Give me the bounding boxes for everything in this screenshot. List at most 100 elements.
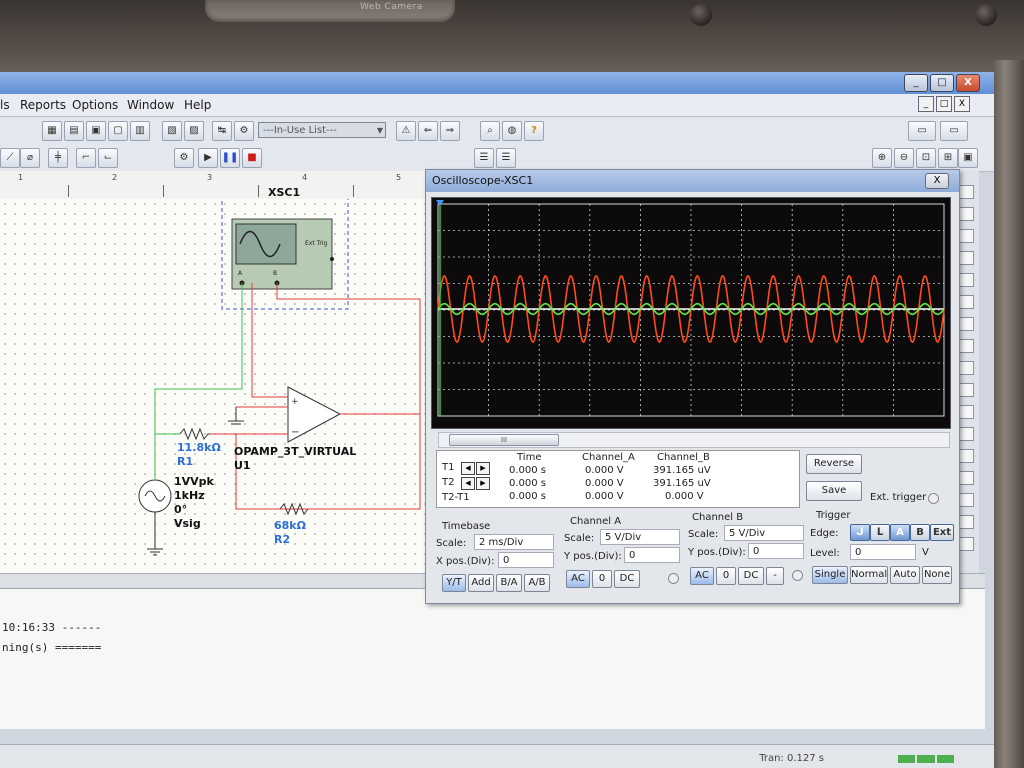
ext-trigger-terminal[interactable] xyxy=(928,493,939,504)
toggle-panel-icon[interactable]: ▭ xyxy=(908,121,936,141)
electrical-rules-check-icon[interactable]: ⚠ xyxy=(396,121,416,141)
probe-icon[interactable]: ⌀ xyxy=(20,148,40,168)
laptop-bezel xyxy=(0,0,1024,78)
trigger-source-b-button[interactable]: B xyxy=(910,524,930,541)
menu-item-reports[interactable]: Reports xyxy=(20,98,66,112)
run-simulation-icon[interactable]: ▶ xyxy=(198,148,218,168)
simulation-time-status: Tran: 0.127 s xyxy=(759,753,824,764)
trigger-none-button[interactable]: None xyxy=(922,566,952,584)
pause-simulation-icon[interactable]: ❚❚ xyxy=(220,148,240,168)
ab-mode-button[interactable]: A/B xyxy=(524,574,550,592)
grid-view-icon[interactable]: ☰ xyxy=(474,148,494,168)
zoom-in-icon[interactable]: ⊕ xyxy=(872,148,892,168)
toggle-panel-2-icon[interactable]: ▭ xyxy=(940,121,968,141)
trigger-normal-button[interactable]: Normal xyxy=(850,566,888,584)
timebase-xpos-field[interactable]: 0 xyxy=(498,552,554,568)
channel-a-scale-field[interactable]: 5 V/Div xyxy=(600,529,680,545)
ba-mode-button[interactable]: B/A xyxy=(496,574,522,592)
database-icon[interactable]: ▥ xyxy=(130,121,150,141)
stop-simulation-icon[interactable]: ■ xyxy=(242,148,262,168)
output-line: ning(s) ======= xyxy=(2,641,102,654)
dt-time-value: 0.000 s xyxy=(509,491,547,502)
channel-b-zero-button[interactable]: 0 xyxy=(716,567,736,585)
trigger-source-a-button[interactable]: A xyxy=(890,524,910,541)
zoom-out-icon[interactable]: ⊖ xyxy=(894,148,914,168)
t2-right-arrow-icon[interactable]: ▶ xyxy=(476,477,490,490)
help-icon[interactable]: ? xyxy=(524,121,544,141)
back-annotate-icon[interactable]: ⇐ xyxy=(418,121,438,141)
menu-item-window[interactable]: Window xyxy=(127,98,174,112)
doc-close-button[interactable]: X xyxy=(954,96,970,112)
channel-b-invert-button[interactable]: - xyxy=(766,567,784,585)
hierarchy-icon[interactable]: ⌙ xyxy=(98,148,118,168)
find-examples-icon[interactable]: ⌕ xyxy=(480,121,500,141)
timebase-scale-field[interactable]: 2 ms/Div xyxy=(474,534,554,550)
yt-mode-button[interactable]: Y/T xyxy=(442,574,466,592)
description-box-icon[interactable]: ▧ xyxy=(162,121,182,141)
rising-edge-icon[interactable]: ᒍ xyxy=(850,524,870,541)
reverse-button[interactable]: Reverse xyxy=(806,454,862,474)
maximize-button[interactable]: □ xyxy=(930,74,954,92)
simulate-settings-icon[interactable]: ⚙ xyxy=(174,148,194,168)
grapher-icon[interactable]: ▤ xyxy=(64,121,84,141)
display-scrollbar[interactable]: III xyxy=(438,432,950,448)
spreadsheet-view-icon[interactable]: ▦ xyxy=(42,121,62,141)
design-toolbox-icon[interactable]: ▣ xyxy=(86,121,106,141)
trigger-auto-button[interactable]: Auto xyxy=(890,566,920,584)
trigger-title: Trigger xyxy=(816,510,851,521)
opamp-name-label: OPAMP_3T_VIRTUAL xyxy=(234,445,357,458)
forward-annotate-icon[interactable]: ⇒ xyxy=(440,121,460,141)
channel-b-ypos-field[interactable]: 0 xyxy=(748,543,804,559)
minimize-button[interactable]: _ xyxy=(904,74,928,92)
add-mode-button[interactable]: Add xyxy=(468,574,494,592)
trigger-source-ext-button[interactable]: Ext xyxy=(930,524,954,541)
junction-icon[interactable]: ⌐ xyxy=(76,148,96,168)
full-screen-icon[interactable]: ▣ xyxy=(958,148,978,168)
component-view-icon[interactable]: ▢ xyxy=(108,121,128,141)
opamp-ref-label: U1 xyxy=(234,459,251,472)
web-resources-icon[interactable]: ◍ xyxy=(502,121,522,141)
menu-item-help[interactable]: Help xyxy=(184,98,211,112)
list-view-icon[interactable]: ☰ xyxy=(496,148,516,168)
channel-a-ac-button[interactable]: AC xyxy=(566,570,590,588)
postprocessor-icon[interactable]: ↹ xyxy=(212,121,232,141)
schematic-canvas[interactable]: + − XSC1 Ext Trig A B 11.8kΩ R1 OPAMP_3T… xyxy=(0,186,425,574)
doc-minimize-button[interactable]: _ xyxy=(918,96,934,112)
close-button[interactable]: X xyxy=(956,74,980,92)
menu-item-options[interactable]: Options xyxy=(72,98,118,112)
display-scroll-thumb[interactable]: III xyxy=(449,434,559,446)
channel-a-terminal[interactable] xyxy=(668,573,679,584)
bus-icon[interactable]: ╪ xyxy=(48,148,68,168)
channel-a-ypos-field[interactable]: 0 xyxy=(624,547,680,563)
oscilloscope-close-button[interactable]: X xyxy=(925,173,949,189)
channel-b-scale-field[interactable]: 5 V/Div xyxy=(724,525,804,541)
zoom-fit-icon[interactable]: ⊞ xyxy=(938,148,958,168)
channel-b-ypos-label: Y pos.(Div): xyxy=(688,547,746,558)
channel-a-zero-button[interactable]: 0 xyxy=(592,570,612,588)
oscilloscope-titlebar[interactable]: Oscilloscope-XSC1 X xyxy=(426,170,959,192)
t1-right-arrow-icon[interactable]: ▶ xyxy=(476,462,490,475)
menu-item-tools[interactable]: ls xyxy=(0,98,10,112)
wire xyxy=(235,283,421,510)
save-button[interactable]: Save xyxy=(806,481,862,501)
wire-tool-icon[interactable]: ⟋ xyxy=(0,148,20,168)
t2-left-arrow-icon[interactable]: ◀ xyxy=(461,477,475,490)
ruler-label: 5 xyxy=(396,173,402,182)
trigger-single-button[interactable]: Single xyxy=(812,566,848,584)
scope-ref-label: XSC1 xyxy=(268,186,301,199)
oscilloscope-display[interactable] xyxy=(431,197,951,429)
t1-left-arrow-icon[interactable]: ◀ xyxy=(461,462,475,475)
channel-a-dc-button[interactable]: DC xyxy=(614,570,640,588)
zoom-area-icon[interactable]: ⊡ xyxy=(916,148,936,168)
components-icon[interactable]: ⚙ xyxy=(234,121,254,141)
channel-b-dc-button[interactable]: DC xyxy=(738,567,764,585)
doc-restore-button[interactable]: □ xyxy=(936,96,952,112)
webcam-label: Web Camera xyxy=(360,2,423,12)
in-use-list-dropdown[interactable]: ---In-Use List--- ▼ xyxy=(258,122,386,138)
channel-b-terminal[interactable] xyxy=(792,570,803,581)
falling-edge-icon[interactable]: ᒪ xyxy=(870,524,890,541)
breadboard-icon[interactable]: ▨ xyxy=(184,121,204,141)
trigger-level-field[interactable]: 0 xyxy=(850,544,916,560)
t2-label: T2 xyxy=(442,477,455,488)
channel-b-ac-button[interactable]: AC xyxy=(690,567,714,585)
